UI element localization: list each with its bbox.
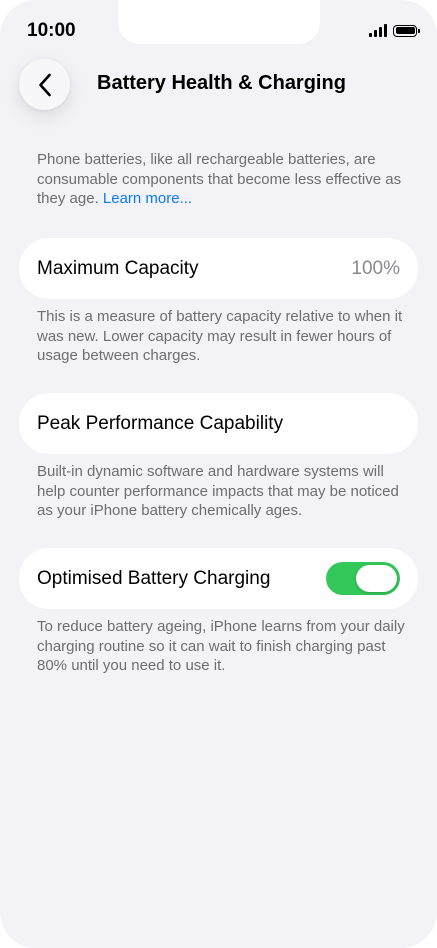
maximum-capacity-description: This is a measure of battery capacity re… — [37, 308, 403, 364]
intro-text: Phone batteries, like all rechargeable b… — [37, 151, 402, 207]
optimised-charging-toggle[interactable] — [326, 562, 400, 595]
maximum-capacity-value: 100% — [351, 257, 400, 279]
chevron-left-icon — [38, 73, 51, 96]
phone-screen: 10:00 Battery Health & Charging Phone ba… — [0, 0, 437, 948]
optimised-charging-description: To reduce battery ageing, iPhone learns … — [37, 618, 405, 674]
signal-icon — [369, 24, 387, 37]
maximum-capacity-label: Maximum Capacity — [37, 257, 199, 279]
optimised-charging-label: Optimised Battery Charging — [37, 567, 271, 589]
battery-icon — [393, 24, 420, 37]
maximum-capacity-row: Maximum Capacity 100% — [19, 238, 418, 299]
toggle-knob — [356, 565, 397, 592]
learn-more-link[interactable]: Learn more... — [103, 190, 192, 207]
page-title: Battery Health & Charging — [97, 72, 346, 94]
peak-performance-row[interactable]: Peak Performance Capability — [19, 393, 418, 454]
status-time: 10:00 — [27, 20, 76, 41]
optimised-charging-row: Optimised Battery Charging — [19, 548, 418, 609]
peak-performance-description: Built-in dynamic software and hardware s… — [37, 463, 399, 519]
intro-description: Phone batteries, like all rechargeable b… — [37, 150, 407, 209]
notch — [118, 0, 320, 44]
back-button[interactable] — [19, 59, 70, 110]
peak-performance-label: Peak Performance Capability — [37, 412, 284, 434]
status-icons — [369, 24, 420, 37]
